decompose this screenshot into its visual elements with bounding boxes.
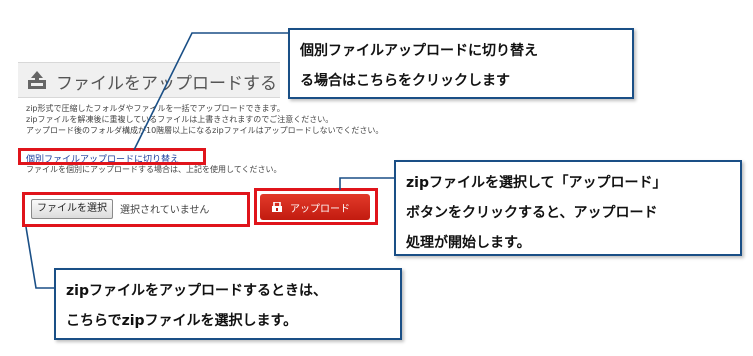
callout-individual-line-2: る場合はこちらをクリックします (300, 73, 510, 89)
callout-select-line-1: zipファイルをアップロードするときは、 (66, 283, 327, 299)
description-line-1: zip形式で圧縮したフォルダやファイルを一括でアップロードできます。 (26, 104, 285, 113)
file-picker-highlight (22, 192, 250, 227)
switch-note: ファイルを個別にアップロードする場合は、上記を使用してください。 (26, 165, 282, 174)
upload-icon (28, 71, 46, 89)
callout-individual-line-1: 個別ファイルアップロードに切り替え (300, 43, 538, 59)
callout-individual-upload: 個別ファイルアップロードに切り替え る場合はこちらをクリックします (288, 28, 634, 99)
callout-upload-button: zipファイルを選択して「アップロード」 ボタンをクリックすると、アップロード … (394, 160, 742, 256)
description-line-2: zipファイルを解凍後に重複しているファイルは上書きされますのでご注意ください。 (26, 115, 334, 124)
panel-title: ファイルをアップロードする (56, 74, 277, 94)
panel-header: ファイルをアップロードする (18, 62, 280, 98)
description-line-3: アップロード後のフォルダ構成が10階層以上になるzipファイルはアップロードしな… (26, 126, 384, 135)
link-highlight (18, 148, 206, 165)
callout-upload-line-2: ボタンをクリックすると、アップロード (406, 205, 658, 221)
callout-select-file: zipファイルをアップロードするときは、 こちらでzipファイルを選択します。 (54, 268, 402, 340)
callout-upload-line-1: zipファイルを選択して「アップロード」 (406, 175, 667, 191)
upload-button-highlight (254, 188, 378, 225)
callout-select-line-2: こちらでzipファイルを選択します。 (66, 313, 298, 329)
callout-upload-line-3: 処理が開始します。 (406, 235, 531, 251)
